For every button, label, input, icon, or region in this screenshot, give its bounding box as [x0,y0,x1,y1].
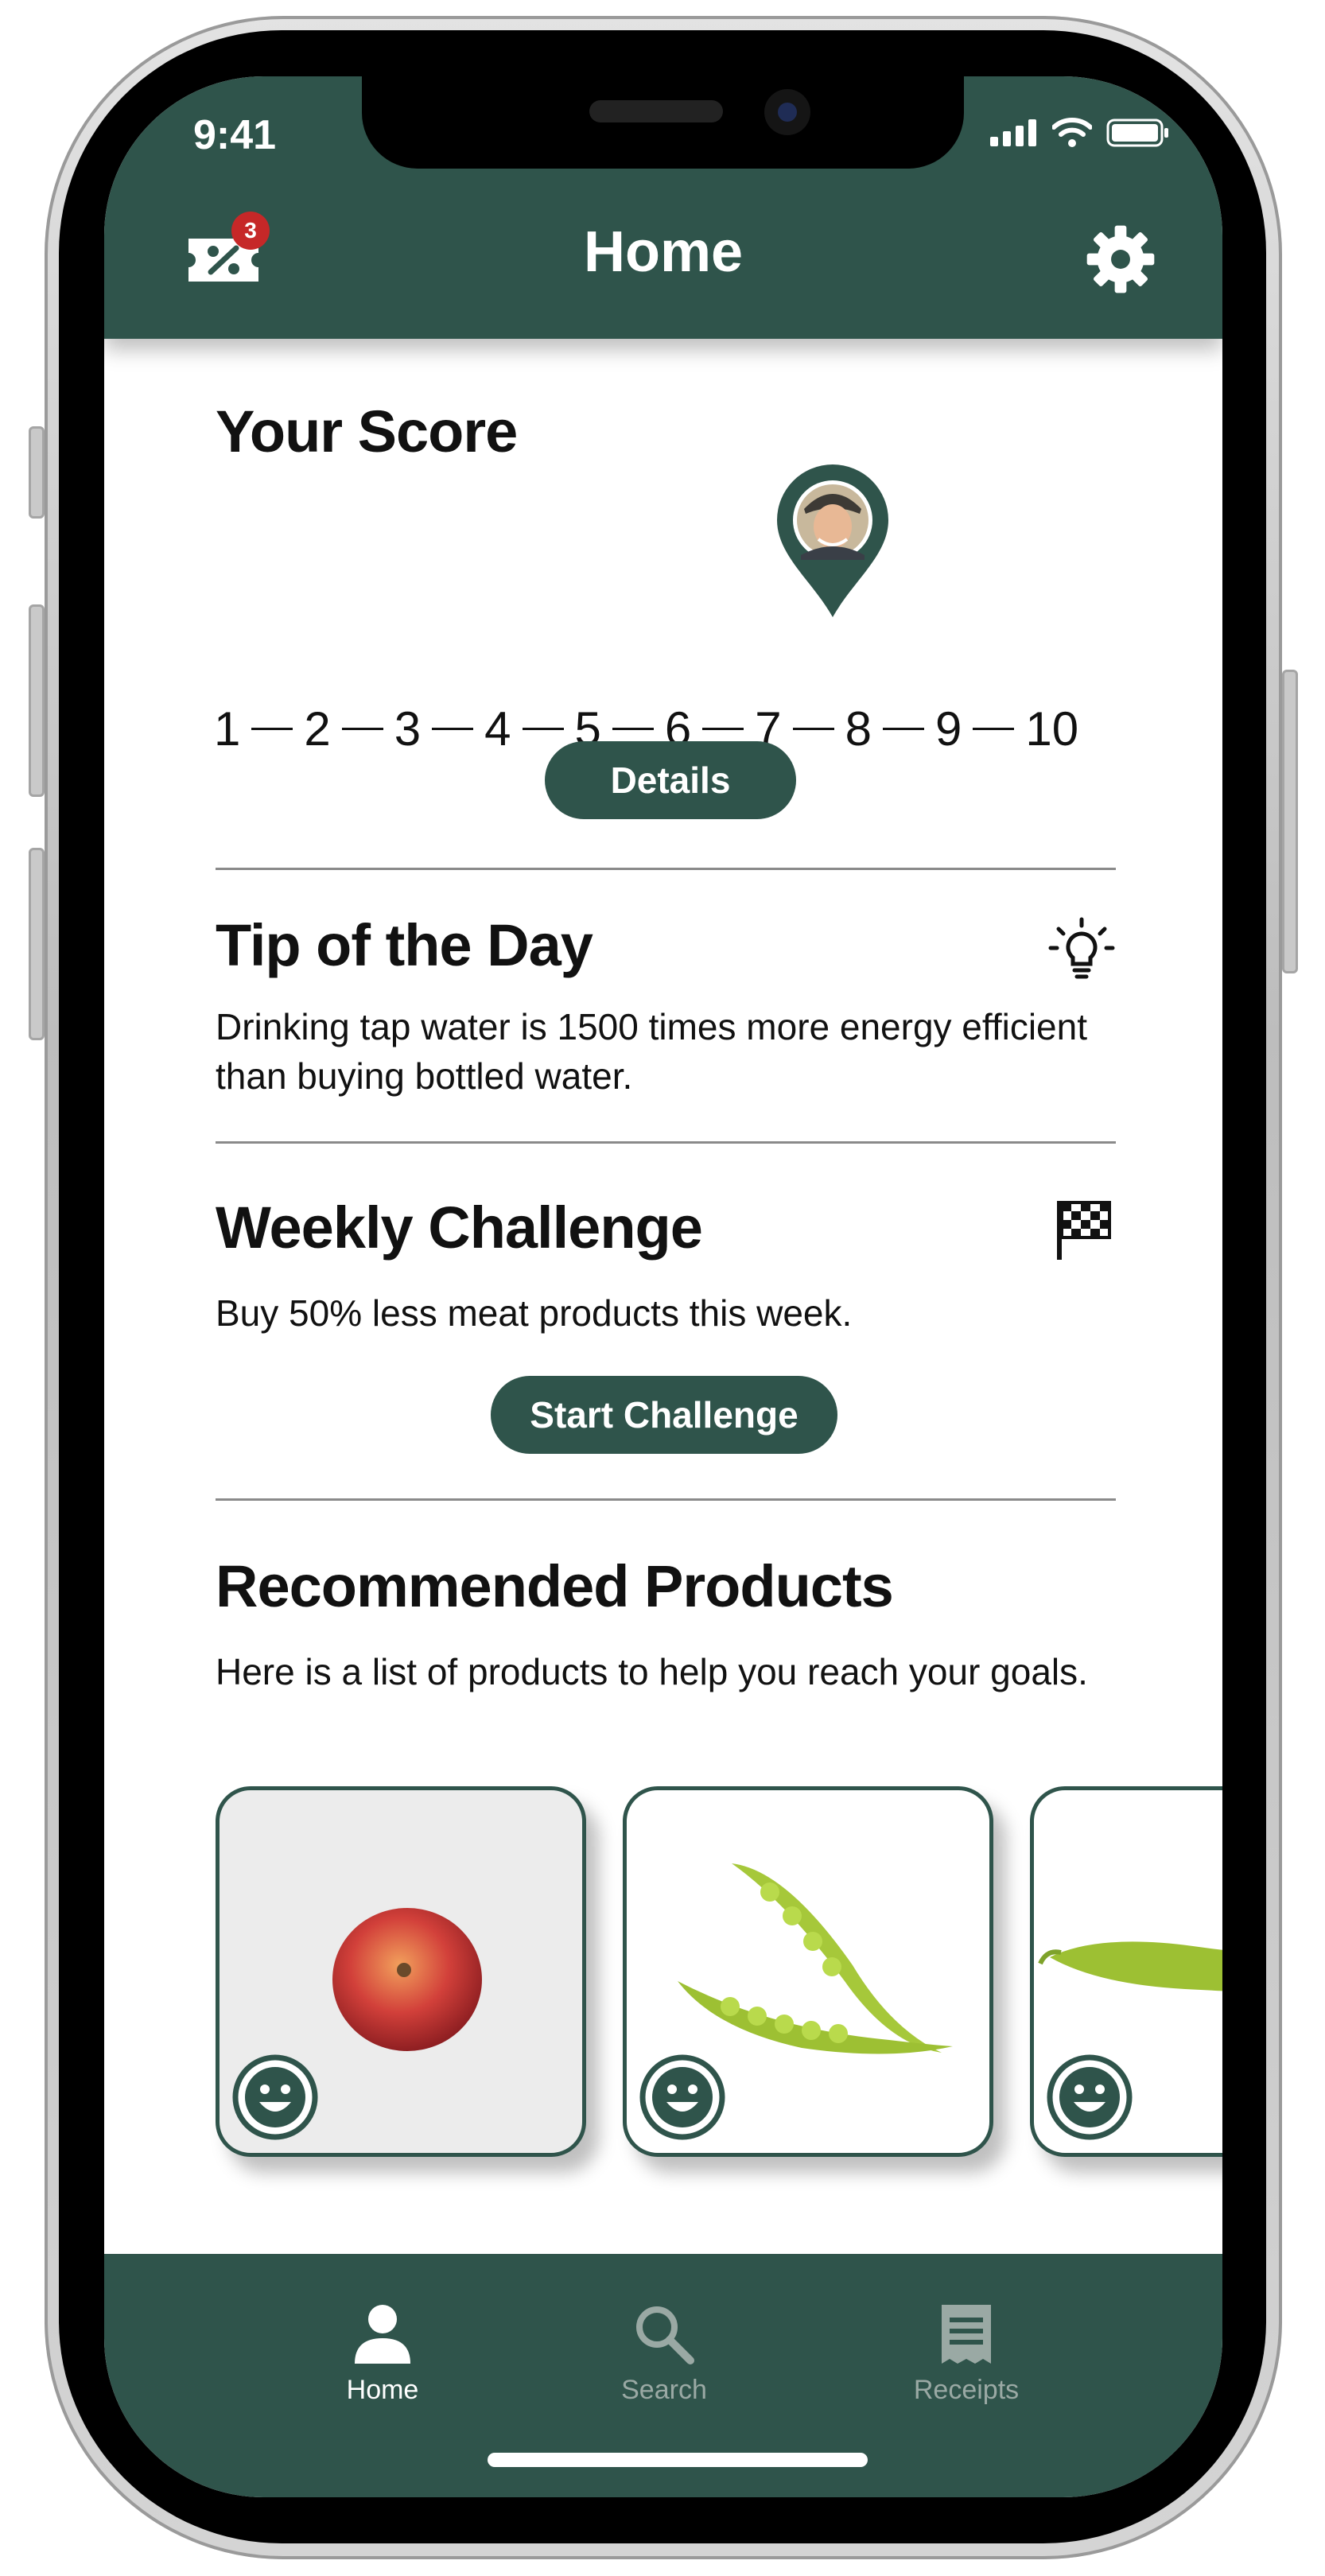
scale-dash [792,728,834,730]
wifi-icon [1052,118,1092,147]
smiley-icon [1047,2054,1133,2140]
notch [362,76,964,169]
search-icon [636,2306,694,2364]
section-divider [216,868,1116,870]
tab-home-label: Home [346,2375,419,2405]
scale-value: 10 [1025,702,1079,756]
cellular-signal-icon [990,119,1036,146]
home-indicator[interactable] [488,2453,868,2467]
volume-up-button [29,604,45,797]
product-card[interactable] [216,1786,586,2157]
tab-search-label: Search [621,2375,707,2405]
front-camera [764,89,810,135]
tip-title: Tip of the Day [216,912,593,978]
receipt-icon [942,2305,991,2364]
tip-text: Drinking tap water is 1500 times more en… [216,1006,1088,1097]
scale-value: 4 [484,702,511,756]
recommended-title: Recommended Products [216,1553,894,1619]
silent-switch [29,426,45,519]
product-card[interactable] [1030,1786,1222,2157]
score-location-pin [777,464,888,617]
challenge-title: Weekly Challenge [216,1195,703,1261]
scale-value: 2 [304,702,331,756]
start-challenge-button[interactable]: Start Challenge [491,1376,837,1454]
screen: 9:41 3 Home Your Score 1 2 3 4 5 6 7 8 9… [104,76,1222,2497]
scale-dash [973,728,1015,730]
product-card[interactable] [623,1786,993,2157]
status-icons [990,118,1170,148]
scale-value: 9 [935,702,962,756]
section-divider [216,1141,1116,1144]
power-button [1282,670,1298,973]
tab-receipts-label: Receipts [913,2375,1020,2405]
score-title: Your Score [216,398,518,464]
volume-down-button [29,848,45,1040]
tab-home[interactable]: Home [287,2302,478,2406]
tab-search[interactable]: Search [569,2302,760,2406]
gear-icon[interactable] [1084,223,1157,296]
tab-receipts[interactable]: Receipts [871,2302,1062,2406]
scale-dash [251,728,293,730]
challenge-text: Buy 50% less meat products this week. [216,1292,853,1334]
smiley-icon [639,2054,725,2140]
scale-dash [702,728,744,730]
person-icon [355,2305,410,2364]
recommended-text: Here is a list of products to help you r… [216,1651,1088,1692]
scale-dash [883,728,924,730]
page-title: Home [583,220,744,284]
scale-dash [432,728,474,730]
checkered-flag-icon [1057,1201,1111,1260]
scale-dash [612,728,654,730]
lightbulb-icon [1048,917,1115,979]
scale-dash [522,728,564,730]
scale-value: 3 [394,702,422,756]
earpiece-speaker [589,100,723,122]
section-divider [216,1498,1116,1501]
details-button[interactable]: Details [545,741,796,819]
scale-value: 8 [845,702,872,756]
scale-value: 1 [214,702,241,756]
smiley-icon [232,2054,318,2140]
battery-icon [1106,119,1168,147]
status-time: 9:41 [193,112,277,158]
scale-dash [341,728,383,730]
